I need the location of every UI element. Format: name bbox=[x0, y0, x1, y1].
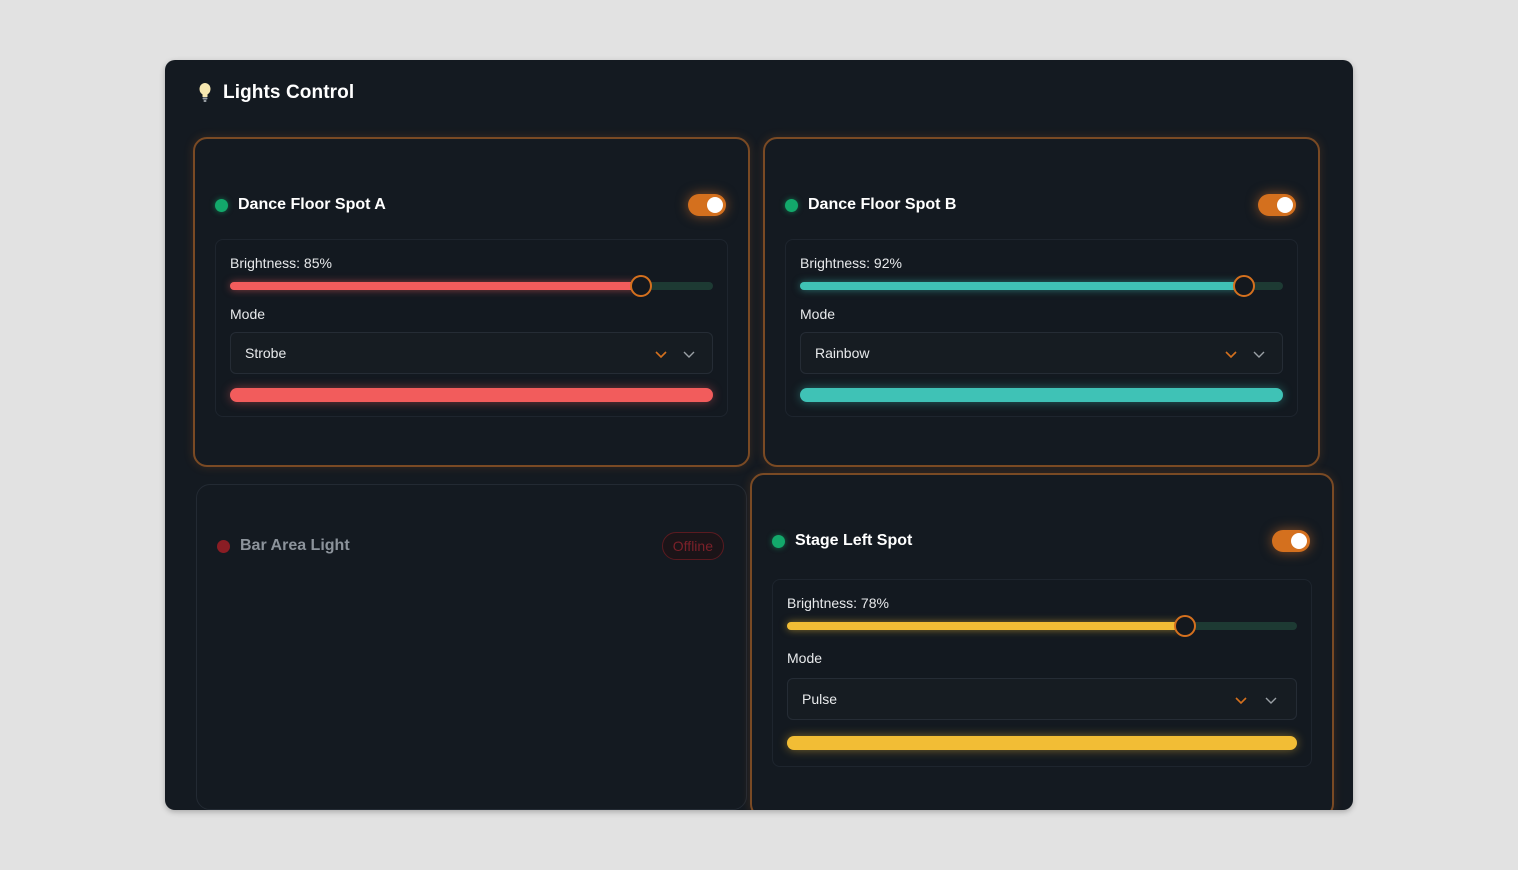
status-offline-dot bbox=[217, 539, 230, 553]
brightness-slider[interactable] bbox=[230, 275, 713, 297]
color-preview-bar[interactable] bbox=[787, 736, 1297, 750]
power-toggle[interactable] bbox=[688, 194, 726, 216]
mode-label: Mode bbox=[800, 306, 836, 322]
card-header: Bar Area Light Offline bbox=[217, 532, 724, 560]
light-card-dance-floor-spot-a: Dance Floor Spot A Brightness: 85% Mode … bbox=[193, 137, 750, 467]
brightness-slider-thumb[interactable] bbox=[629, 275, 652, 297]
brightness-label: Brightness: 85% bbox=[230, 255, 332, 271]
chevron-down-icon bbox=[655, 351, 667, 359]
light-controls: Brightness: 85% Mode Strobe bbox=[215, 239, 728, 417]
mode-select[interactable]: Rainbow bbox=[800, 332, 1283, 374]
chevron-down-icon bbox=[1235, 697, 1247, 705]
light-controls: Brightness: 78% Mode Pulse bbox=[772, 579, 1312, 767]
chevron-down-icon bbox=[1253, 351, 1265, 358]
light-name: Bar Area Light bbox=[240, 537, 350, 554]
mode-label: Mode bbox=[230, 306, 266, 322]
light-card-bar-area-light: Bar Area Light Offline bbox=[196, 484, 747, 810]
status-online-dot bbox=[215, 198, 228, 212]
light-name: Stage Left Spot bbox=[795, 532, 913, 549]
chevron-down-icon bbox=[1265, 697, 1277, 704]
offline-badge: Offline bbox=[661, 532, 724, 560]
mode-select-value: Rainbow bbox=[815, 345, 870, 361]
brightness-label: Brightness: 92% bbox=[800, 255, 902, 271]
status-online-dot bbox=[785, 198, 798, 212]
toggle-knob bbox=[1291, 533, 1307, 549]
brightness-slider-fill bbox=[800, 282, 1245, 290]
light-card-dance-floor-spot-b: Dance Floor Spot B Brightness: 92% Mode … bbox=[763, 137, 1320, 467]
mode-label: Mode bbox=[787, 650, 823, 666]
status-online-dot bbox=[772, 534, 785, 548]
lights-control-panel: Lights Control Dance Floor Spot A Bright… bbox=[165, 60, 1353, 810]
brightness-slider-fill bbox=[787, 622, 1185, 630]
toggle-knob bbox=[1277, 197, 1293, 213]
mode-select[interactable]: Pulse bbox=[787, 678, 1297, 720]
light-name: Dance Floor Spot B bbox=[808, 196, 957, 213]
panel-title: Lights Control bbox=[223, 82, 355, 103]
mode-select-value: Pulse bbox=[802, 691, 838, 707]
brightness-slider-thumb[interactable] bbox=[1173, 615, 1196, 637]
brightness-slider-fill bbox=[230, 282, 641, 290]
mode-select-value: Strobe bbox=[245, 345, 287, 361]
light-name: Dance Floor Spot A bbox=[238, 196, 386, 213]
mode-select[interactable]: Strobe bbox=[230, 332, 713, 374]
card-header: Stage Left Spot bbox=[772, 530, 1310, 552]
light-controls: Brightness: 92% Mode Rainbow bbox=[785, 239, 1298, 417]
brightness-slider[interactable] bbox=[787, 615, 1297, 637]
brightness-slider-thumb[interactable] bbox=[1233, 275, 1256, 297]
brightness-slider[interactable] bbox=[800, 275, 1283, 297]
light-card-stage-left-spot: Stage Left Spot Brightness: 78% Mode Pul… bbox=[750, 473, 1334, 810]
card-header: Dance Floor Spot B bbox=[785, 194, 1296, 216]
card-header: Dance Floor Spot A bbox=[215, 194, 726, 216]
lightbulb-icon bbox=[199, 83, 211, 102]
power-toggle[interactable] bbox=[1272, 530, 1310, 552]
color-preview-bar[interactable] bbox=[230, 388, 713, 402]
power-toggle[interactable] bbox=[1258, 194, 1296, 216]
chevron-down-icon bbox=[1225, 351, 1237, 359]
color-preview-bar[interactable] bbox=[800, 388, 1283, 402]
brightness-label: Brightness: 78% bbox=[787, 595, 889, 611]
panel-header: Lights Control bbox=[197, 82, 354, 104]
chevron-down-icon bbox=[683, 351, 695, 358]
toggle-knob bbox=[707, 197, 723, 213]
